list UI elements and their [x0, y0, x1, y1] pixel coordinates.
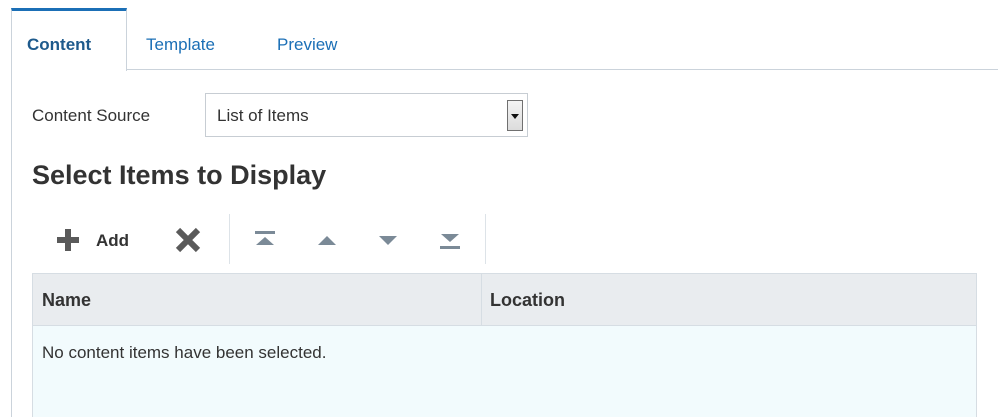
items-table: Name Location No content items have been…	[32, 273, 977, 417]
move-down-icon[interactable]	[376, 234, 400, 248]
toolbar-separator	[485, 214, 486, 264]
section-title: Select Items to Display	[32, 160, 327, 190]
delete-x-icon[interactable]	[175, 227, 201, 253]
column-header-name[interactable]: Name	[42, 290, 91, 311]
move-up-icon[interactable]	[315, 233, 339, 247]
content-source-value: List of Items	[217, 106, 309, 125]
plus-icon	[57, 229, 79, 251]
tab-bar: Content Template Preview	[11, 8, 998, 71]
items-toolbar: Add	[30, 214, 500, 264]
panel-left-border	[11, 70, 12, 417]
tab-content[interactable]: Content	[11, 8, 127, 71]
tab-preview[interactable]: Preview	[277, 8, 337, 70]
dropdown-arrow-button[interactable]	[507, 100, 523, 131]
move-to-bottom-icon[interactable]	[438, 231, 462, 251]
add-button-label: Add	[96, 231, 130, 250]
column-header-location[interactable]: Location	[490, 290, 565, 311]
toolbar-separator	[229, 214, 230, 264]
content-source-label: Content Source	[32, 106, 151, 125]
content-source-select[interactable]: List of Items	[205, 93, 528, 137]
tab-template[interactable]: Template	[146, 8, 215, 70]
move-to-top-icon[interactable]	[253, 230, 277, 248]
chevron-down-icon	[511, 114, 519, 119]
table-header: Name Location	[33, 274, 976, 326]
empty-table-message: No content items have been selected.	[42, 343, 327, 362]
column-divider[interactable]	[481, 274, 482, 325]
